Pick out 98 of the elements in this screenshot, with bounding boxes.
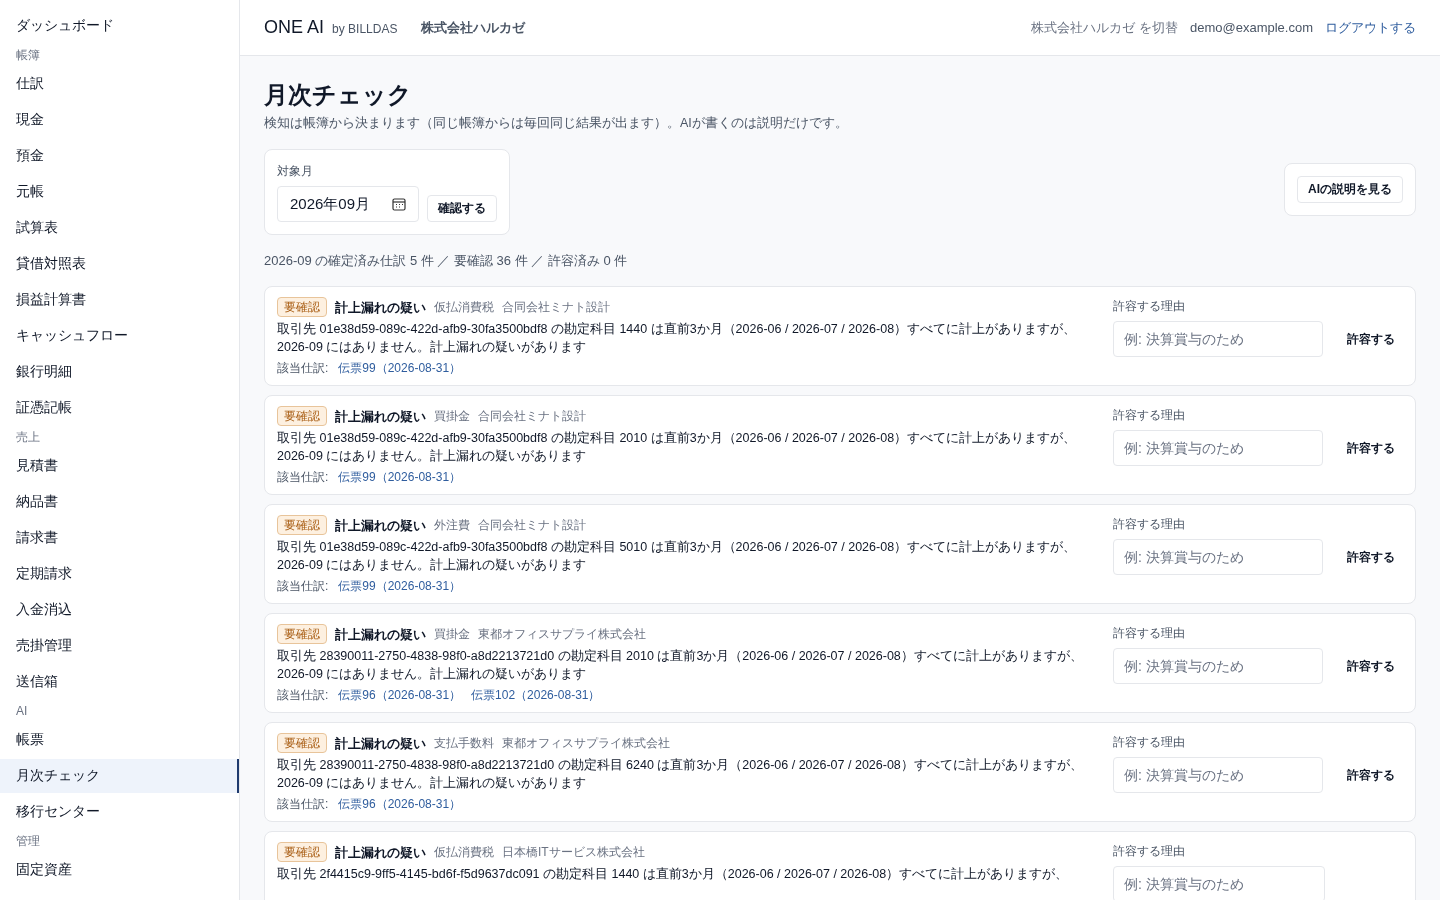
account-name: 仮払消費税 — [434, 299, 494, 317]
account-name: 支払手数料 — [434, 735, 494, 753]
journal-link[interactable]: 伝票96（2026-08-31） — [338, 686, 462, 705]
sidebar-item[interactable]: 移行センター — [0, 795, 239, 829]
finding-title: 計上漏れの疑い — [335, 625, 426, 644]
finding-description: 取引先 01e38d59-089c-422d-afb9-30fa3500bdf8 の勘定科目 1440 は直前3か月（2026-06 / 2026-07 / 2026-08）すべてに計上がありますが、2026-09 にはありません。計上漏れの疑いがあります — [277, 321, 1078, 357]
refs-label: 該当仕訳: — [277, 360, 329, 378]
logout-link[interactable]: ログアウトする — [1325, 17, 1416, 38]
sidebar-item[interactable]: 売掛管理 — [0, 629, 239, 663]
status-badge: 要確認 — [277, 297, 327, 318]
month-field[interactable]: 2026年09月 — [277, 185, 419, 222]
partner-name: 東都オフィスサプライ株式会社 — [478, 626, 646, 644]
reason-label: 許容する理由 — [1113, 734, 1186, 752]
reason-input-field[interactable]: 例: 決算賞与のため — [1113, 866, 1325, 900]
partner-name: 合同会社ミナト設計 — [478, 517, 586, 535]
status-badge: 要確認 — [277, 406, 327, 427]
sidebar-item[interactable]: 送信箱 — [0, 665, 239, 699]
confirm-button[interactable]: 確認する — [427, 194, 497, 222]
finding-title: 計上漏れの疑い — [335, 516, 426, 535]
reason-label: 許容する理由 — [1113, 407, 1186, 425]
page-subtitle: 検知は帳簿から決まります（同じ帳簿からは毎回同じ結果が出ます）。AIが書くのは説明だけです。 — [264, 115, 849, 132]
user-email: demo@example.com — [1189, 18, 1313, 37]
company-name: 株式会社ハルカゼ — [421, 18, 526, 37]
finding-title: 計上漏れの疑い — [335, 407, 426, 426]
partner-name: 日本橋ITサービス株式会社 — [502, 844, 645, 862]
account-name: 仮払消費税 — [434, 844, 494, 862]
sidebar-item[interactable]: 証憑記帳 — [0, 391, 239, 425]
reason-label: 許容する理由 — [1113, 298, 1186, 316]
sidebar-item[interactable]: 請求書 — [0, 521, 239, 555]
ai-explain-button[interactable]: AIの説明を見る — [1297, 175, 1403, 203]
sidebar-item[interactable]: 預金 — [0, 139, 239, 173]
sidebar-item[interactable]: キャッシュフロー — [0, 319, 239, 353]
allow-button[interactable]: 許容する — [1339, 544, 1403, 571]
allow-button[interactable]: 許容する — [1339, 326, 1403, 353]
refs-label: 該当仕訳: — [277, 687, 329, 705]
sidebar-item[interactable]: 仕訳 — [0, 67, 239, 101]
sidebar-item[interactable]: 損益計算書 — [0, 283, 239, 317]
partner-name: 合同会社ミナト設計 — [478, 408, 586, 426]
account-name: 買掛金 — [434, 626, 470, 644]
allow-button[interactable]: 許容する — [1339, 435, 1403, 462]
sidebar-section-label: 売上 — [15, 429, 41, 446]
reason-label: 許容する理由 — [1113, 516, 1186, 534]
status-badge: 要確認 — [277, 842, 327, 863]
reason-input-field[interactable]: 例: 決算賞与のため — [1113, 539, 1323, 576]
sidebar-item[interactable]: ダッシュボード — [0, 9, 239, 43]
sidebar-item[interactable]: 現金 — [0, 103, 239, 137]
journal-link[interactable]: 伝票102（2026-08-31） — [471, 686, 601, 705]
refs-label: 該当仕訳: — [277, 796, 329, 814]
reason-input-field[interactable]: 例: 決算賞与のため — [1113, 321, 1323, 358]
switch-company-link[interactable]: 株式会社ハルカゼ を切替 — [1031, 17, 1178, 38]
finding-title: 計上漏れの疑い — [335, 843, 426, 862]
reason-input-field[interactable]: 例: 決算賞与のため — [1113, 648, 1323, 685]
sidebar-item[interactable]: 試算表 — [0, 211, 239, 245]
reason-input-field[interactable]: 例: 決算賞与のため — [1113, 430, 1323, 467]
allow-button[interactable]: 許容する — [1339, 762, 1403, 789]
sidebar-item[interactable]: 入金消込 — [0, 593, 239, 627]
refs-label: 該当仕訳: — [277, 578, 329, 596]
status-badge: 要確認 — [277, 515, 327, 536]
journal-link[interactable]: 伝票96（2026-08-31） — [338, 795, 462, 814]
sidebar-section-label: 帳簿 — [15, 47, 41, 64]
journal-link[interactable]: 伝票99（2026-08-31） — [338, 468, 462, 487]
status-badge: 要確認 — [277, 624, 327, 645]
sidebar-section-label: 管理 — [15, 833, 41, 850]
sidebar-item[interactable]: 帳票 — [0, 723, 239, 757]
finding-title: 計上漏れの疑い — [335, 734, 426, 753]
journal-link[interactable]: 伝票99（2026-08-31） — [338, 359, 462, 378]
sidebar-item[interactable]: 固定資産 — [0, 853, 239, 887]
finding-description: 取引先 28390011-2750-4838-98f0-a8d2213721d0 の勘定科目 6240 は直前3か月（2026-06 / 2026-07 / 2026-08）すべてに計上がありますが、2026-09 にはありません。計上漏れの疑いがあります — [277, 757, 1084, 793]
reason-label: 許容する理由 — [1113, 625, 1186, 643]
sidebar-item[interactable]: 月次チェック — [0, 759, 239, 793]
account-name: 外注費 — [434, 517, 470, 535]
allow-button[interactable]: 許容する — [1339, 653, 1403, 680]
sidebar-item[interactable]: 定期請求 — [0, 557, 239, 591]
sidebar-item[interactable]: 貸借対照表 — [0, 247, 239, 281]
account-name: 買掛金 — [434, 408, 470, 426]
calendar-icon — [392, 196, 406, 211]
reason-input-field[interactable]: 例: 決算賞与のため — [1113, 757, 1323, 794]
sidebar-item[interactable]: 元帳 — [0, 175, 239, 209]
finding-description: 取引先 28390011-2750-4838-98f0-a8d2213721d0 の勘定科目 2010 は直前3か月（2026-06 / 2026-07 / 2026-08）すべてに計上がありますが、2026-09 にはありません。計上漏れの疑いがあります — [277, 648, 1084, 684]
finding-title: 計上漏れの疑い — [335, 298, 426, 317]
reason-label: 許容する理由 — [1113, 843, 1186, 861]
partner-name: 東都オフィスサプライ株式会社 — [502, 735, 670, 753]
partner-name: 合同会社ミナト設計 — [502, 299, 610, 317]
sidebar-item[interactable]: 銀行明細 — [0, 355, 239, 389]
sidebar-item[interactable]: 見積書 — [0, 449, 239, 483]
refs-label: 該当仕訳: — [277, 469, 329, 487]
summary-text: 2026-09 の確定済み仕訳 5 件 ／ 要確認 36 件 ／ 許容済み 0 件 — [264, 251, 629, 270]
brand-logo[interactable]: ONE AI — [264, 14, 325, 41]
sidebar-section-label: AI — [15, 703, 29, 720]
finding-description: 取引先 01e38d59-089c-422d-afb9-30fa3500bdf8 の勘定科目 5010 は直前3か月（2026-06 / 2026-07 / 2026-08）すべてに計上がありますが、2026-09 にはありません。計上漏れの疑いがあります — [277, 539, 1078, 575]
page-title: 月次チェック — [264, 80, 413, 110]
finding-description: 取引先 01e38d59-089c-422d-afb9-30fa3500bdf8 の勘定科目 2010 は直前3か月（2026-06 / 2026-07 / 2026-08）すべてに計上がありますが、2026-09 にはありません。計上漏れの疑いがあります — [277, 430, 1078, 466]
finding-description: 取引先 2f4415c9-9ff5-4145-bd6f-f5d9637dc091 の勘定科目 1440 は直前3か月（2026-06 / 2026-07 / 2026-08）すべてに計上がありますが、 — [277, 866, 1070, 884]
status-badge: 要確認 — [277, 733, 327, 754]
journal-link[interactable]: 伝票99（2026-08-31） — [338, 577, 462, 596]
brand-suffix: by BILLDAS — [332, 21, 398, 38]
month-label: 対象月 — [277, 162, 314, 180]
sidebar-item[interactable]: 納品書 — [0, 485, 239, 519]
